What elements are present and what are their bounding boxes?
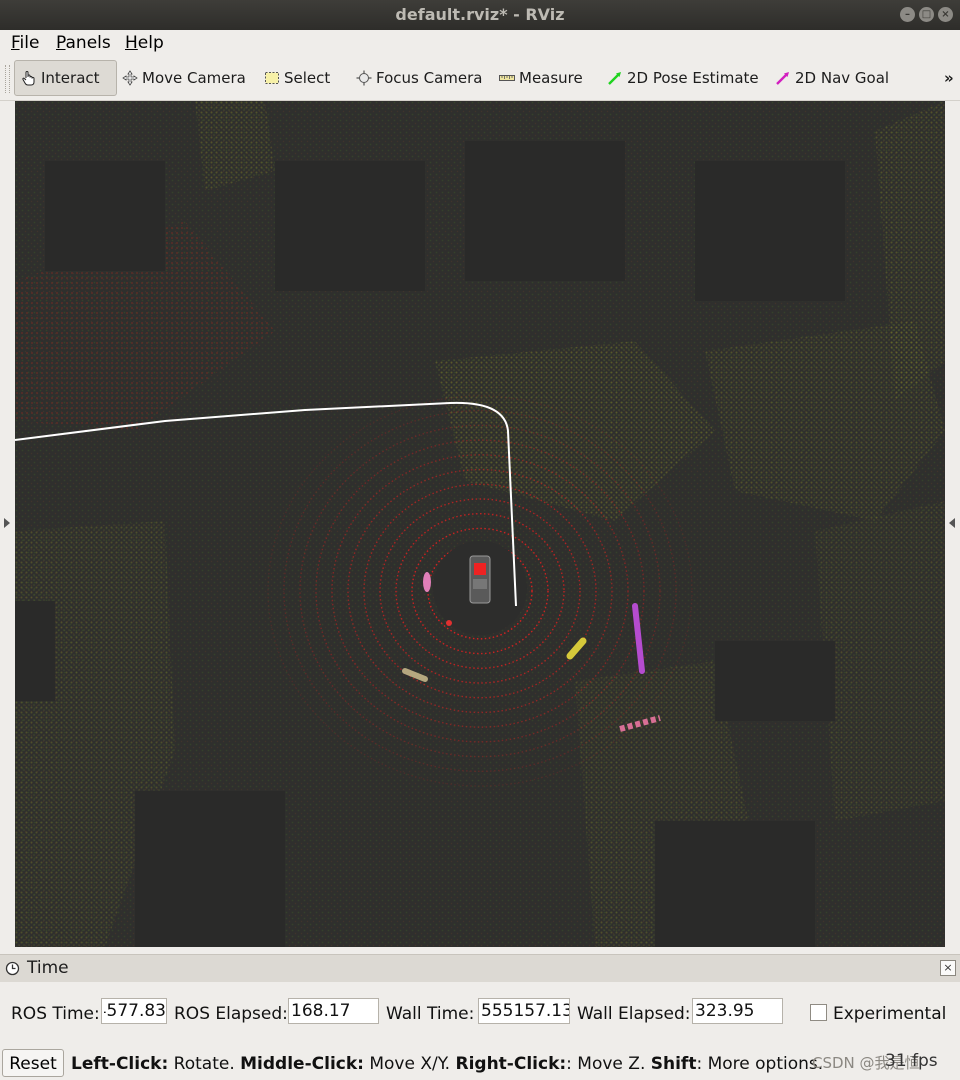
menu-panels[interactable]: Panels [56,33,111,53]
hint-right-key: Right-Click: [455,1054,567,1074]
hint-shift-action: : More options. [696,1054,824,1074]
ros-time-value: 4577.83 [104,1001,166,1021]
menu-help-label: elp [137,33,164,53]
wall-time-field[interactable]: 555157.13 [478,998,570,1024]
menu-help-accel: H [125,33,138,53]
tool-2d-pose-estimate-label: 2D Pose Estimate [627,69,759,87]
reset-button[interactable]: Reset [2,1049,64,1077]
close-icon[interactable]: × [938,7,953,22]
menu-file[interactable]: File [11,33,39,53]
ros-elapsed-label: ROS Elapsed: [174,1004,288,1024]
tool-focus-camera[interactable]: Focus Camera [356,60,482,96]
render-viewport[interactable] [15,101,945,947]
wall-time-label: Wall Time: [386,1004,475,1024]
hint-left-key: Left-Click: [71,1054,169,1074]
ros-elapsed-field[interactable]: 168.17 [288,998,379,1024]
time-panel-body: ROS Time: 4577.83 ROS Elapsed: 168.17 Wa… [0,982,960,1042]
tool-move-camera-label: Move Camera [142,69,246,87]
experimental-label: Experimental [833,1004,947,1024]
tool-interact-label: Interact [41,69,100,87]
hint-shift-key: Shift [650,1054,697,1074]
menu-panels-label: anels [65,33,111,53]
wall-elapsed-label: Wall Elapsed: [577,1004,691,1024]
pose-arrow-icon [607,70,623,86]
hint-right-action: : Move Z. [566,1054,651,1074]
window-title-bar: default.rviz* - RViz – □ × [0,0,960,30]
tool-select-label: Select [284,69,331,87]
minimize-icon[interactable]: – [900,7,915,22]
hand-pointer-icon [21,70,37,86]
vehicle-model [469,555,491,604]
tool-select[interactable]: Select [264,60,330,96]
time-panel-close-icon[interactable]: × [940,960,956,976]
window-title: default.rviz* - RViz [395,5,565,24]
hint-middle-key: Middle-Click: [240,1054,364,1074]
menu-file-label: ile [19,33,40,53]
ros-time-field[interactable]: 4577.83 [101,998,167,1024]
expand-right-arrow-icon[interactable] [949,518,955,528]
ros-time-label: ROS Time: [11,1004,100,1024]
hint-middle-action: Move X/Y. [363,1054,456,1074]
tool-interact[interactable]: Interact [14,60,117,96]
menu-file-accel: F [11,33,20,53]
tool-2d-nav-goal[interactable]: 2D Nav Goal [775,60,889,96]
focus-camera-icon [356,70,372,86]
wall-elapsed-field[interactable]: 323.95 [692,998,783,1024]
tool-measure[interactable]: Measure [499,60,583,96]
menu-help[interactable]: Help [125,33,164,53]
nav-goal-arrow-icon [775,70,791,86]
hint-left-action: Rotate. [168,1054,241,1074]
select-box-icon [264,70,280,86]
fps-counter: 31 fps [885,1051,938,1071]
menu-bar: File Panels Help [0,30,960,57]
clock-icon [5,961,20,976]
toolbar-overflow-button[interactable]: » [944,60,954,96]
tool-focus-camera-label: Focus Camera [376,69,483,87]
move-camera-icon [122,70,138,86]
menu-panels-accel: P [56,33,66,53]
toolbar-grip-handle[interactable] [5,65,10,93]
expand-left-arrow-icon[interactable] [4,518,10,528]
tool-2d-pose-estimate[interactable]: 2D Pose Estimate [607,60,759,96]
time-panel-title: Time [27,958,69,978]
tool-measure-label: Measure [519,69,583,87]
tool-move-camera[interactable]: Move Camera [122,60,246,96]
experimental-checkbox[interactable] [810,1004,827,1021]
maximize-icon[interactable]: □ [919,7,934,22]
status-hint: Left-Click: Rotate. Middle-Click: Move X… [71,1054,823,1074]
tool-bar: Interact Move Camera Select Focus Camera… [0,57,960,101]
point-cloud-render[interactable] [15,101,945,947]
time-panel-header: Time × [0,954,960,982]
tool-2d-nav-goal-label: 2D Nav Goal [795,69,890,87]
ruler-icon [499,70,515,86]
status-bar: Reset Left-Click: Rotate. Middle-Click: … [0,1046,960,1080]
